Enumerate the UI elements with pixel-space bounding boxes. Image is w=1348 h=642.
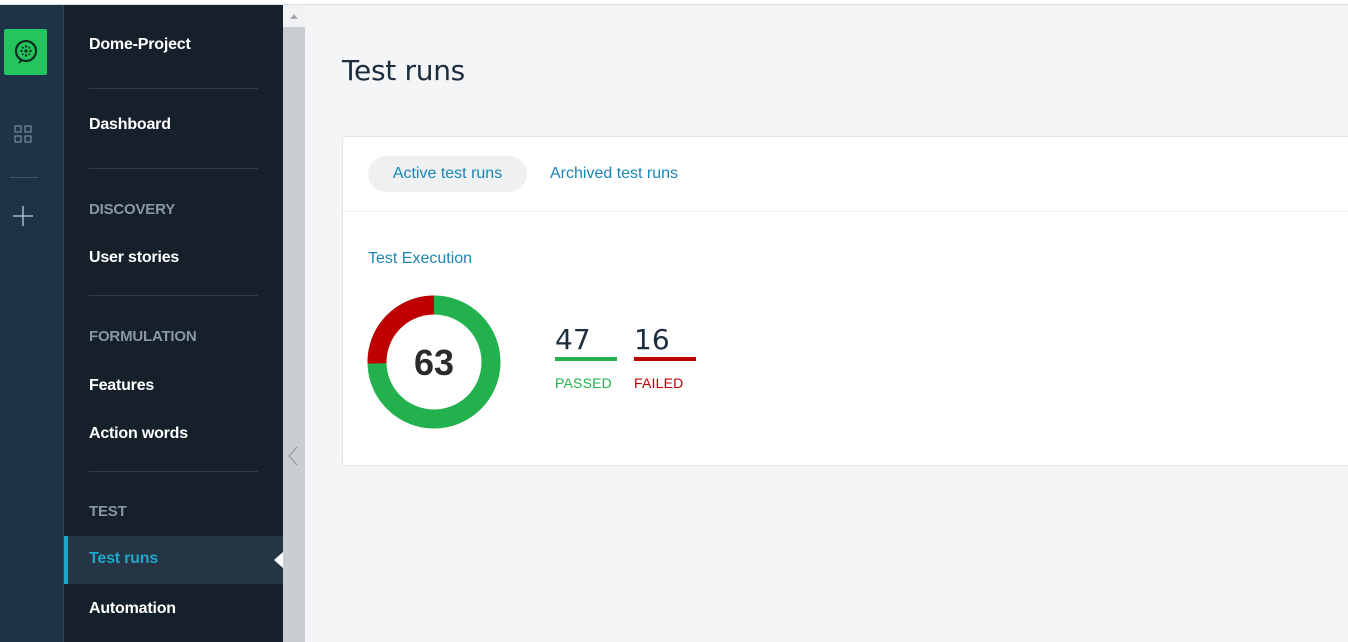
donut-total: 63: [414, 342, 454, 383]
nav-divider: [89, 471, 258, 472]
nav-divider: [89, 168, 258, 169]
window-top-border: [0, 0, 1348, 5]
section-formulation: FORMULATION: [89, 328, 197, 345]
sidebar-item-label: Test runs: [89, 550, 159, 567]
passed-stat[interactable]: 47 PASSED: [555, 323, 617, 391]
section-discovery: DISCOVERY: [89, 201, 175, 218]
collapse-chevron-icon[interactable]: [287, 445, 299, 472]
sidebar-item-user-stories[interactable]: User stories: [89, 249, 179, 267]
sidebar-item-action-words[interactable]: Action words: [89, 425, 188, 443]
passed-label: PASSED: [555, 375, 612, 391]
sidebar-item-features[interactable]: Features: [89, 377, 154, 395]
failed-label: FAILED: [634, 375, 684, 391]
tab-active-test-runs[interactable]: Active test runs: [368, 156, 527, 192]
section-test: TEST: [89, 503, 127, 520]
tabs-bar: Active test runs Archived test runs: [343, 137, 1348, 212]
execution-donut-chart: 63: [367, 295, 501, 429]
passed-count: 47: [555, 323, 591, 356]
rail-divider: [10, 177, 38, 178]
passed-bar: [555, 357, 617, 361]
active-pointer-icon: [274, 552, 283, 568]
app-rail: [0, 5, 64, 642]
sidebar-nav: Dome-Project Dashboard DISCOVERY User st…: [64, 5, 283, 642]
failed-bar: [634, 357, 696, 361]
nav-divider: [89, 88, 258, 89]
failed-stat[interactable]: 16 FAILED: [634, 323, 696, 391]
project-name[interactable]: Dome-Project: [89, 36, 191, 54]
tab-archived-test-runs[interactable]: Archived test runs: [550, 156, 678, 192]
scroll-up-arrow-icon[interactable]: [283, 5, 305, 27]
plus-icon[interactable]: [12, 205, 34, 227]
sidebar-item-dashboard[interactable]: Dashboard: [89, 116, 171, 134]
nav-divider: [89, 295, 258, 296]
sidebar-item-test-runs[interactable]: Test runs: [64, 536, 283, 584]
sidebar-item-automation[interactable]: Automation: [89, 600, 176, 618]
page-title: Test runs: [342, 54, 465, 87]
test-execution-link[interactable]: Test Execution: [368, 250, 472, 268]
apps-grid-icon[interactable]: [14, 125, 34, 145]
test-runs-card: Active test runs Archived test runs Test…: [342, 136, 1348, 466]
cucumber-logo-icon[interactable]: [4, 29, 47, 75]
failed-count: 16: [634, 323, 670, 356]
sidebar-collapse-strip[interactable]: [283, 5, 305, 642]
